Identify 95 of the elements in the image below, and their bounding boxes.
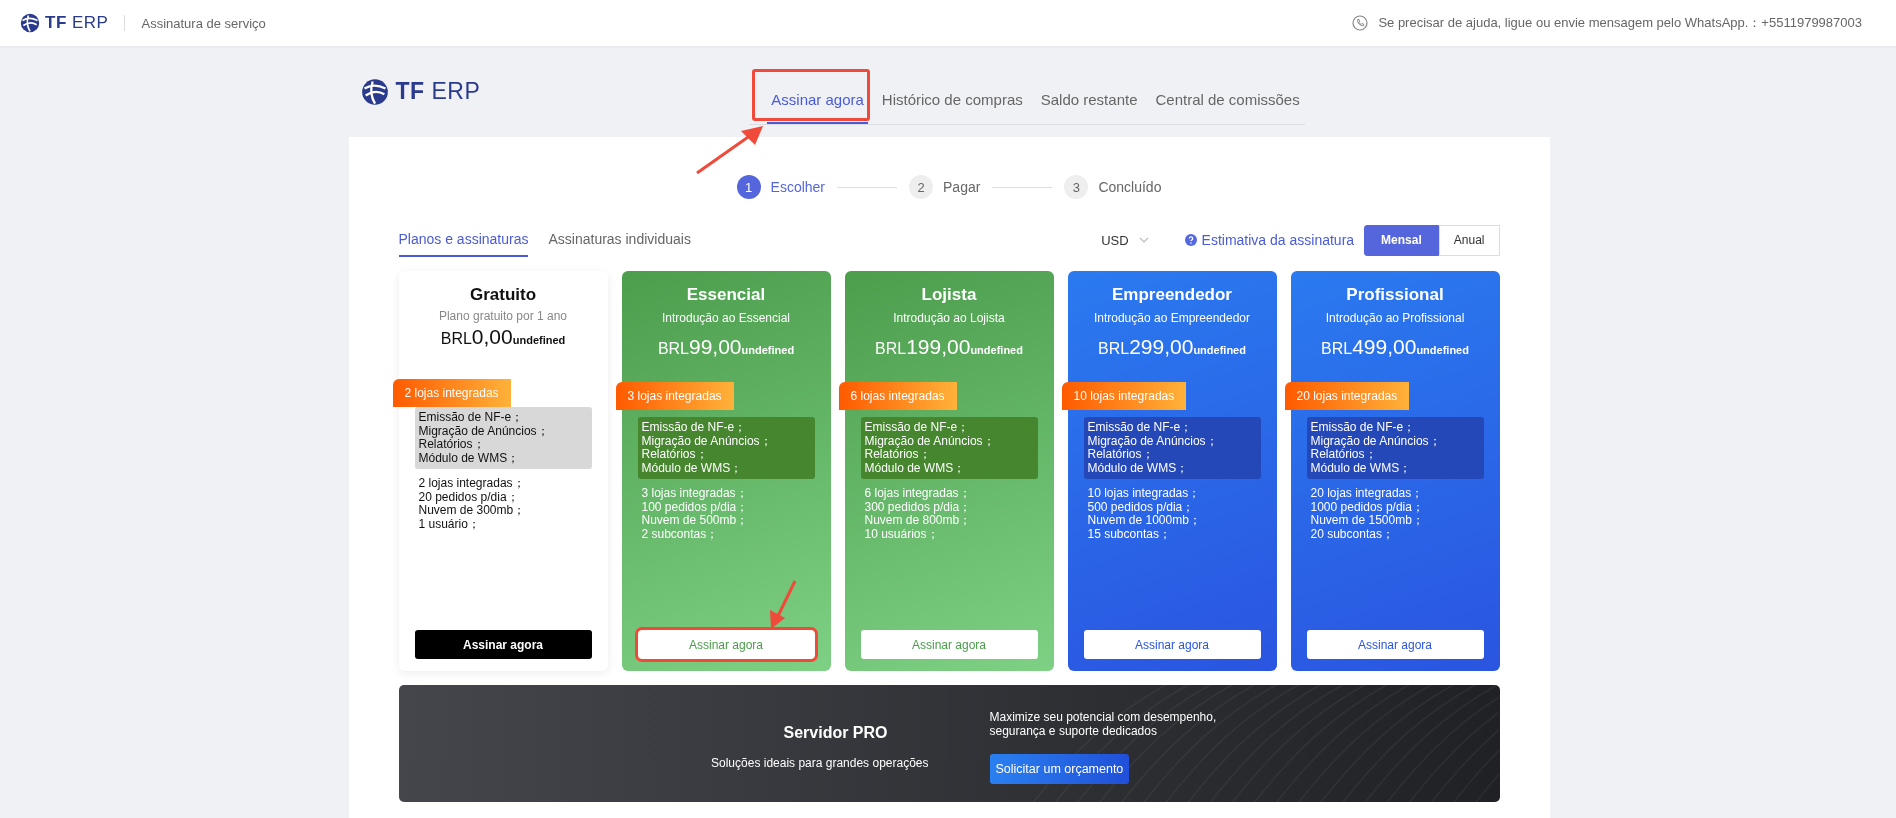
- feature-text: Migração de Anúncios；: [1087, 434, 1219, 448]
- limit-text: 300 pedidos p/dia；: [864, 500, 973, 514]
- step-label: Concluído: [1098, 179, 1162, 195]
- plan-subtitle: Plano gratuito por 1 ano: [437, 309, 569, 323]
- plan-subtitle: Introdução ao Empreendedor: [1092, 311, 1252, 325]
- limit-text: 10 usuários；: [864, 527, 940, 541]
- nav-tab[interactable]: Central de comissões: [1151, 91, 1304, 124]
- store-badge: 10 lojas integradas: [1061, 382, 1187, 410]
- plan-name: Profissional: [1345, 285, 1445, 305]
- subscribe-button[interactable]: Assinar agora: [637, 630, 815, 659]
- plan-subtitle: Introdução ao Profissional: [1324, 311, 1466, 325]
- feature-text: Relatórios；: [1310, 448, 1378, 462]
- quote-button[interactable]: Solicitar um orçamento: [989, 754, 1130, 784]
- subscribe-button[interactable]: Assinar agora: [860, 630, 1038, 659]
- limit-text: Nuvem de 1500mb；: [1310, 514, 1425, 528]
- feature-text: Módulo de WMS；: [864, 461, 967, 475]
- logo-text: TF ERP: [395, 78, 481, 105]
- help-text: Se precisar de ajuda, ligue ou envie mensagem pelo WhatsApp.：+5511979987003: [1378, 14, 1862, 32]
- subscribe-button[interactable]: Assinar agora: [414, 630, 592, 659]
- arrow-annotation: [695, 125, 766, 175]
- plan-subtitle: Introdução ao Essencial: [660, 311, 792, 325]
- limit-text: 20 lojas integradas；: [1310, 487, 1425, 501]
- step-number: 3: [1064, 175, 1089, 199]
- billing-toggle[interactable]: Mensal: [1364, 224, 1439, 256]
- subscribe-button[interactable]: Assinar agora: [1083, 630, 1261, 659]
- plan-tab[interactable]: Planos e assinaturas: [398, 231, 529, 257]
- limit-text: 1000 pedidos p/dia；: [1310, 500, 1425, 514]
- feature-text: Migração de Anúncios；: [864, 434, 996, 448]
- step-number: 1: [736, 175, 761, 199]
- limit-text: Nuvem de 500mb；: [641, 514, 750, 528]
- feature-text: Relatórios；: [418, 438, 486, 452]
- limit-text: 20 pedidos p/dia；: [418, 490, 520, 504]
- step-number: 2: [909, 175, 934, 199]
- nav-tab[interactable]: Histórico de compras: [877, 91, 1027, 124]
- store-badge: 20 lojas integradas: [1284, 382, 1410, 410]
- feature-text: Emissão de NF-e；: [1310, 421, 1417, 435]
- feature-text: Módulo de WMS；: [1087, 461, 1190, 475]
- feature-text: Módulo de WMS；: [1310, 461, 1413, 475]
- step-label: Pagar: [943, 179, 981, 195]
- page-title: Assinatura de serviço: [141, 15, 266, 31]
- feature-text: Migração de Anúncios；: [418, 424, 550, 438]
- billing-toggle[interactable]: Anual: [1438, 224, 1500, 256]
- plan-price: BRL0,00undefined: [439, 325, 567, 349]
- limit-text: Nuvem de 1000mb；: [1087, 514, 1202, 528]
- feature-text: Relatórios；: [1087, 448, 1155, 462]
- plan-name: Lojista: [920, 285, 978, 305]
- limit-text: 6 lojas integradas；: [864, 487, 972, 501]
- feature-text: Emissão de NF-e；: [418, 411, 525, 425]
- logo-text: TF ERP: [45, 13, 109, 33]
- feature-text: Módulo de WMS；: [418, 451, 521, 465]
- store-badge: 3 lojas integradas: [615, 382, 734, 410]
- feature-text: Emissão de NF-e；: [641, 421, 748, 435]
- plan-subtitle: Introdução ao Lojista: [892, 311, 1006, 325]
- feature-text: Emissão de NF-e；: [1087, 421, 1194, 435]
- subscribe-button[interactable]: Assinar agora: [1306, 630, 1484, 659]
- banner-subtitle: Soluções ideais para grandes operações: [711, 755, 929, 770]
- limit-text: 15 subcontas；: [1087, 527, 1172, 541]
- feature-text: Relatórios；: [864, 448, 932, 462]
- phone-icon: [1352, 15, 1369, 31]
- feature-text: Emissão de NF-e；: [864, 421, 971, 435]
- plan-price: BRL499,00undefined: [1320, 335, 1470, 359]
- feature-text: Módulo de WMS；: [641, 461, 744, 475]
- limit-text: 100 pedidos p/dia；: [641, 500, 750, 514]
- plan-name: Essencial: [685, 285, 767, 305]
- feature-text: Migração de Anúncios；: [641, 434, 773, 448]
- limit-text: 3 lojas integradas；: [641, 487, 749, 501]
- plan-name: Empreendedor: [1111, 285, 1233, 305]
- step-label: Escolher: [770, 179, 826, 195]
- help-icon: [1184, 234, 1197, 246]
- feature-text: Relatórios；: [641, 448, 709, 462]
- plan-price: BRL99,00undefined: [656, 335, 796, 359]
- banner-description: Maximize seu potencial com desempenho, segurança e suporte dedicados: [989, 710, 1218, 738]
- estimate-link[interactable]: Estimativa da assinatura: [1184, 232, 1355, 248]
- store-badge: 6 lojas integradas: [838, 382, 957, 410]
- logo-icon: [360, 77, 389, 106]
- limit-text: 20 subcontas；: [1310, 527, 1395, 541]
- limit-text: 10 lojas integradas；: [1087, 487, 1202, 501]
- chevron-down-icon: [1138, 237, 1149, 243]
- limit-text: Nuvem de 800mb；: [864, 514, 973, 528]
- nav-tab[interactable]: Assinar agora: [767, 91, 868, 124]
- limit-text: 2 lojas integradas；: [418, 477, 526, 491]
- limit-text: 1 usuário；: [418, 517, 481, 531]
- plan-price: BRL199,00undefined: [874, 335, 1024, 359]
- limit-text: Nuvem de 300mb；: [418, 504, 527, 518]
- currency-select[interactable]: USD: [1101, 232, 1149, 248]
- store-badge: 2 lojas integradas: [392, 379, 511, 407]
- plan-name: Gratuito: [468, 285, 538, 305]
- limit-text: 2 subcontas；: [641, 527, 720, 541]
- limit-text: 500 pedidos p/dia；: [1087, 500, 1196, 514]
- plan-price: BRL299,00undefined: [1097, 335, 1247, 359]
- nav-tab[interactable]: Saldo restante: [1036, 91, 1142, 124]
- plan-tab[interactable]: Assinaturas individuais: [548, 231, 691, 257]
- banner-title: Servidor PRO: [782, 723, 889, 742]
- feature-text: Migração de Anúncios；: [1310, 434, 1442, 448]
- logo-icon: [20, 13, 40, 33]
